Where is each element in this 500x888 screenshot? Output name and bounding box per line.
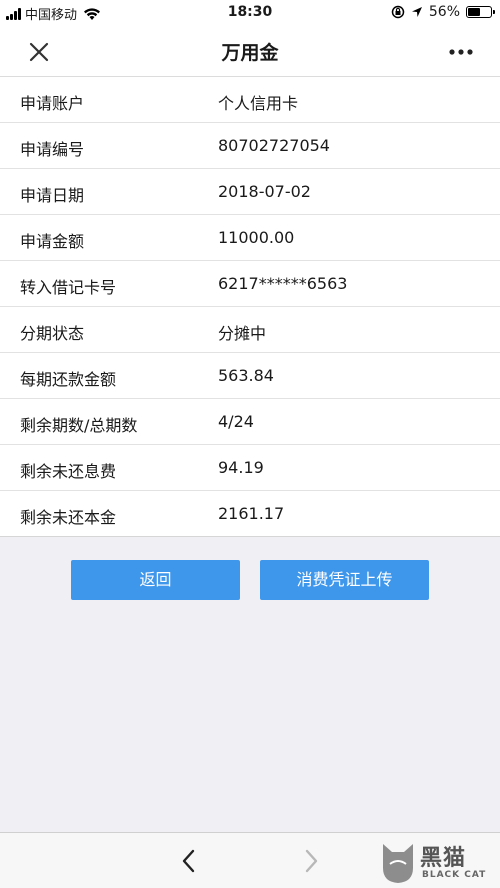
status-bar: 中国移动 18:30 56% [0, 0, 500, 26]
upload-receipt-button[interactable]: 消费凭证上传 [260, 560, 429, 600]
chevron-left-icon[interactable] [176, 847, 202, 875]
detail-label: 剩余未还本金 [20, 508, 117, 527]
detail-row-installment-status: 分期状态 分摊中 [0, 307, 500, 353]
detail-row-monthly-payment: 每期还款金额 563.84 [0, 353, 500, 399]
detail-label: 申请账户 [20, 94, 85, 113]
detail-label: 转入借记卡号 [20, 278, 117, 297]
detail-row-application-date: 申请日期 2018-07-02 [0, 169, 500, 215]
more-icon[interactable] [446, 40, 476, 64]
detail-list: 申请账户 个人信用卡 申请编号 80702727054 申请日期 2018-07… [0, 77, 500, 537]
detail-value: 分摊中 [218, 324, 267, 343]
detail-label: 剩余未还息费 [20, 462, 117, 481]
rotation-lock-icon [391, 5, 405, 19]
detail-value: 个人信用卡 [218, 94, 299, 113]
detail-value: 11000.00 [218, 228, 295, 247]
chevron-right-icon[interactable] [298, 847, 324, 875]
detail-label: 剩余期数/总期数 [20, 416, 138, 435]
detail-row-debit-card: 转入借记卡号 6217******6563 [0, 261, 500, 307]
detail-row-remaining-periods: 剩余期数/总期数 4/24 [0, 399, 500, 445]
detail-row-application-number: 申请编号 80702727054 [0, 123, 500, 169]
detail-value: 2018-07-02 [218, 182, 311, 201]
detail-row-account: 申请账户 个人信用卡 [0, 77, 500, 123]
detail-label: 每期还款金额 [20, 370, 117, 389]
status-right: 56% [391, 4, 495, 20]
battery-percent: 56% [428, 4, 460, 20]
detail-row-remaining-interest: 剩余未还息费 94.19 [0, 445, 500, 491]
detail-label: 分期状态 [20, 324, 85, 343]
watermark: 黑猫 BLACK CAT [380, 840, 496, 886]
detail-row-remaining-principal: 剩余未还本金 2161.17 [0, 491, 500, 537]
detail-value: 94.19 [218, 458, 264, 477]
back-button[interactable]: 返回 [71, 560, 240, 600]
battery-icon [466, 6, 495, 18]
detail-value: 80702727054 [218, 136, 330, 155]
nav-bar: 万用金 [0, 26, 500, 77]
detail-label: 申请金额 [20, 232, 85, 251]
detail-row-amount: 申请金额 11000.00 [0, 215, 500, 261]
battery-fill [468, 8, 481, 16]
watermark-sub: BLACK CAT [422, 870, 487, 880]
detail-label: 申请编号 [20, 140, 85, 159]
detail-value: 4/24 [218, 412, 254, 431]
detail-value: 2161.17 [218, 504, 285, 523]
detail-label: 申请日期 [20, 186, 85, 205]
cat-logo-icon [383, 844, 413, 883]
page-title: 万用金 [221, 42, 279, 64]
watermark-brand: 黑猫 [420, 846, 467, 871]
detail-value: 6217******6563 [218, 274, 348, 293]
detail-value: 563.84 [218, 366, 274, 385]
location-icon [411, 7, 422, 17]
